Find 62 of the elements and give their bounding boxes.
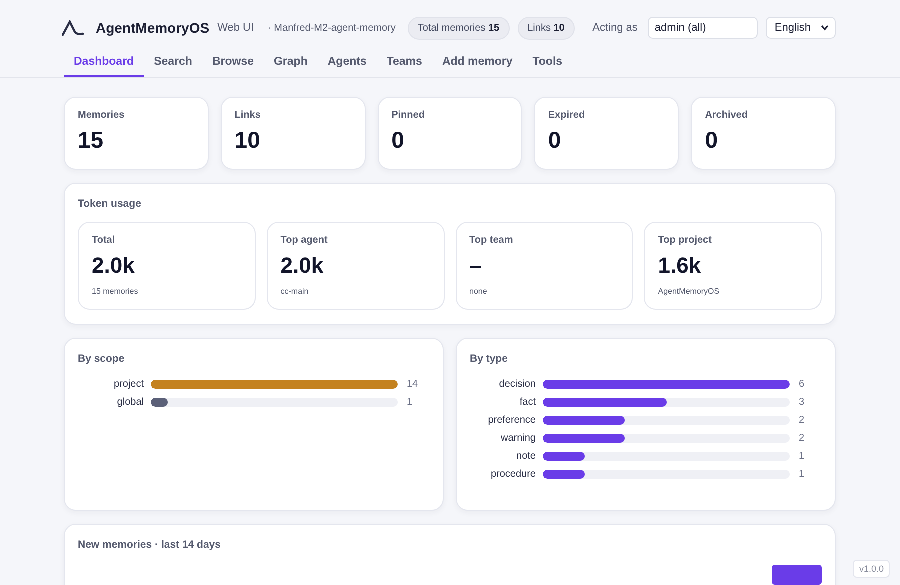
bar-label: global bbox=[116, 397, 144, 408]
chevron-down-icon bbox=[821, 25, 829, 31]
stat-label: Links bbox=[234, 110, 262, 121]
bar-label: warning bbox=[500, 433, 536, 444]
bar-count: 2 bbox=[799, 415, 806, 426]
nav-tab[interactable]: Search bbox=[144, 50, 202, 77]
nav-tab[interactable]: Browse bbox=[202, 50, 264, 77]
stat-value: 0 bbox=[548, 127, 562, 154]
app-title: AgentMemoryOS bbox=[96, 20, 210, 36]
version-badge: v1.0.0 bbox=[853, 560, 890, 578]
stat-label: Expired bbox=[548, 110, 586, 121]
acting-as-label: Acting as bbox=[592, 22, 638, 34]
stat-value: 0 bbox=[705, 127, 719, 154]
token-label: Total bbox=[92, 235, 116, 246]
bar-label: project bbox=[112, 379, 144, 390]
token-value: 2.0k bbox=[92, 253, 136, 279]
stat-label: Memories bbox=[78, 110, 126, 121]
stat-value: 0 bbox=[392, 127, 406, 154]
section-title: Token usage bbox=[78, 198, 142, 210]
bar-count: 14 bbox=[407, 379, 420, 390]
bar-label: preference bbox=[487, 415, 536, 426]
bar-label: procedure bbox=[490, 469, 536, 480]
nav-tab[interactable]: Tools bbox=[522, 50, 573, 77]
token-value: 2.0k bbox=[280, 253, 325, 279]
count-pill: Total memories 15 bbox=[408, 16, 510, 40]
stat-value: 10 bbox=[234, 127, 262, 154]
bar-label: note bbox=[516, 451, 536, 462]
nav-tab[interactable]: Agents bbox=[318, 50, 377, 77]
nav-tab[interactable]: Dashboard bbox=[64, 50, 144, 77]
token-label: Top project bbox=[658, 235, 713, 246]
nav-tab[interactable]: Graph bbox=[264, 50, 318, 77]
nav-tab[interactable]: Teams bbox=[376, 50, 432, 77]
token-note: AgentMemoryOS bbox=[658, 287, 721, 296]
token-label: Top team bbox=[470, 235, 514, 246]
nav-tab[interactable]: Add memory bbox=[432, 50, 523, 77]
language-select[interactable]: English bbox=[766, 17, 836, 39]
section-title: By type bbox=[470, 353, 509, 365]
token-value: 1.6k bbox=[658, 253, 702, 279]
bar-count: 1 bbox=[407, 397, 414, 408]
bar-label: fact bbox=[518, 397, 536, 408]
project-name: · Manfred-M2-agent-memory bbox=[268, 22, 396, 34]
token-label: Top agent bbox=[280, 235, 329, 246]
bar-count: 1 bbox=[799, 451, 806, 462]
stat-label: Pinned bbox=[392, 110, 426, 121]
token-note: cc-main bbox=[280, 287, 310, 296]
logo-icon bbox=[62, 20, 84, 36]
section-title: New memories · last 14 days bbox=[78, 539, 222, 551]
count-pill: Links 10 bbox=[518, 16, 575, 40]
bar-count: 2 bbox=[799, 433, 806, 444]
bar-count: 3 bbox=[799, 397, 806, 408]
chart-bar-drawing bbox=[772, 565, 822, 585]
token-value: – bbox=[470, 253, 483, 279]
section-title: By scope bbox=[78, 353, 126, 365]
acting-as-field[interactable]: admin (all) bbox=[648, 17, 758, 39]
bar-count: 6 bbox=[799, 379, 806, 390]
stat-value: 15 bbox=[78, 127, 105, 154]
bar-count: 1 bbox=[799, 469, 806, 480]
stat-label: Archived bbox=[705, 110, 749, 121]
token-note: 15 memories bbox=[92, 287, 140, 296]
app-subtitle: Web UI bbox=[218, 22, 254, 34]
token-note: none bbox=[470, 287, 488, 296]
bar-label: decision bbox=[498, 379, 536, 390]
